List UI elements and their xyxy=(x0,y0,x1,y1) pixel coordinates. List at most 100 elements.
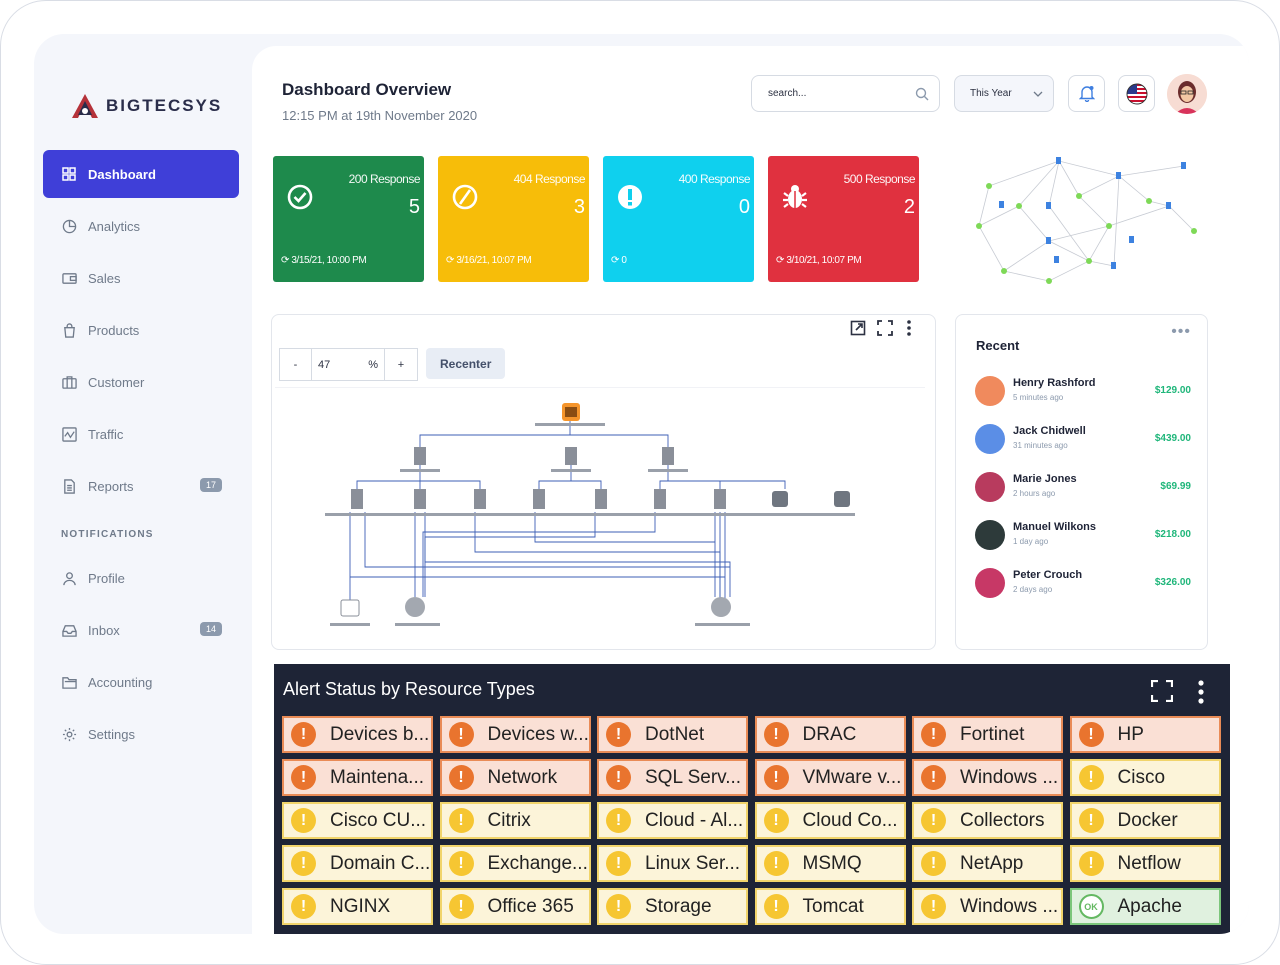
document-icon xyxy=(61,478,77,494)
alert-cell[interactable]: ! Maintena... xyxy=(282,759,433,796)
card-404-response[interactable]: 404 Response 3 ⟳ 3/16/21, 10:07 PM xyxy=(438,156,589,282)
sidebar-item-analytics[interactable]: Analytics xyxy=(43,202,239,250)
pie-chart-icon xyxy=(61,218,77,234)
alert-cell[interactable]: ! VMware v... xyxy=(754,759,906,796)
alert-cell-label: Cisco CU... xyxy=(330,809,427,831)
alert-cell[interactable]: ! Windows ... xyxy=(912,759,1063,796)
avatar xyxy=(975,376,1005,406)
alert-cell[interactable]: ! Storage xyxy=(597,888,748,925)
sidebar-item-label: Reports xyxy=(88,478,134,494)
zoom-value: 47 xyxy=(318,358,331,371)
alert-cell[interactable]: ! DRAC xyxy=(754,716,906,753)
recent-item-name: Manuel Wilkons xyxy=(1013,521,1097,533)
recent-item-time: 2 days ago xyxy=(1013,585,1053,594)
sidebar-item-label: Profile xyxy=(88,570,125,586)
alert-cell[interactable]: ! NetApp xyxy=(912,845,1063,882)
recent-item[interactable]: Henry Rashford 5 minutes ago $129.00 xyxy=(975,373,1193,413)
alert-cell-label: Tomcat xyxy=(802,895,864,917)
notifications-button[interactable] xyxy=(1068,75,1105,112)
alert-cell[interactable]: ! Netflow xyxy=(1069,845,1221,882)
alert-cell[interactable]: ! Cloud - Al... xyxy=(597,802,748,839)
zoom-unit: % xyxy=(368,358,378,371)
alert-cell[interactable]: ! Fortinet xyxy=(912,716,1063,753)
sidebar-item-products[interactable]: Products xyxy=(43,306,239,354)
fullscreen-icon[interactable] xyxy=(877,320,893,336)
grid-icon xyxy=(61,166,77,182)
card-value: 5 xyxy=(408,196,420,218)
alert-cell-label: Fortinet xyxy=(960,723,1025,745)
brand-logo[interactable]: BIGTECSYS xyxy=(70,92,222,120)
zoom-out-button[interactable]: - xyxy=(279,348,312,381)
recent-item[interactable]: Peter Crouch 2 days ago $326.00 xyxy=(975,565,1193,605)
language-button[interactable] xyxy=(1118,75,1155,112)
sidebar: BIGTECSYS Dashboard Analytics Sales Prod… xyxy=(34,34,252,934)
alert-cell[interactable]: ! NGINX xyxy=(282,888,433,925)
more-horizontal-icon[interactable]: ••• xyxy=(1171,323,1191,341)
network-map-thumbnail[interactable] xyxy=(959,146,1204,296)
alert-cell[interactable]: ! Cisco CU... xyxy=(282,802,433,839)
zoom-in-button[interactable]: + xyxy=(385,348,418,381)
alert-cell[interactable]: ! Office 365 xyxy=(439,888,591,925)
alert-cell[interactable]: ! Devices w... xyxy=(439,716,591,753)
card-label: 404 Response xyxy=(513,172,586,186)
card-400-response[interactable]: 400 Response 0 ⟳ 0 xyxy=(603,156,754,282)
card-500-response[interactable]: 500 Response 2 ⟳ 3/10/21, 10:07 PM xyxy=(768,156,919,282)
alert-cell[interactable]: ! Collectors xyxy=(912,802,1063,839)
alert-cell[interactable]: ! Linux Ser... xyxy=(597,845,748,882)
sidebar-item-settings[interactable]: Settings xyxy=(43,710,239,758)
alert-cell[interactable]: ! MSMQ xyxy=(754,845,906,882)
topology-diagram[interactable] xyxy=(275,387,930,649)
card-label: 500 Response xyxy=(843,172,916,186)
alert-cell[interactable]: ! SQL Serv... xyxy=(597,759,748,796)
period-select[interactable]: This Year xyxy=(954,75,1054,112)
fullscreen-icon[interactable] xyxy=(1151,680,1173,702)
recent-item[interactable]: Manuel Wilkons 1 day ago $218.00 xyxy=(975,517,1193,557)
critical-alert-icon: ! xyxy=(921,765,946,790)
alert-cell[interactable]: ! Docker xyxy=(1069,802,1221,839)
alert-cell-label: Docker xyxy=(1117,809,1178,831)
sidebar-item-accounting[interactable]: Accounting xyxy=(43,658,239,706)
critical-alert-icon: ! xyxy=(763,722,789,747)
search-input[interactable]: search... xyxy=(751,75,940,112)
alert-cell[interactable]: ! Citrix xyxy=(439,802,591,839)
alert-cell[interactable]: ! Tomcat xyxy=(754,888,906,925)
alert-cell-label: NGINX xyxy=(330,895,391,917)
sidebar-item-reports[interactable]: Reports 17 xyxy=(43,462,239,510)
alert-cell[interactable]: ! Windows ... xyxy=(912,888,1063,925)
card-footer: ⟳ 3/16/21, 10:07 PM xyxy=(446,255,532,266)
alert-status-title: Alert Status by Resource Types xyxy=(283,679,535,699)
alert-cell-label: Cisco xyxy=(1117,766,1166,788)
sidebar-item-traffic[interactable]: Traffic xyxy=(43,410,239,458)
alert-cell[interactable]: ! Network xyxy=(439,759,591,796)
recent-item[interactable]: Marie Jones 2 hours ago $69.99 xyxy=(975,469,1193,509)
external-link-icon[interactable] xyxy=(850,320,866,336)
alert-cell-label: Linux Ser... xyxy=(645,852,741,874)
recent-item[interactable]: Jack Chidwell 31 minutes ago $439.00 xyxy=(975,421,1193,461)
alert-cell[interactable]: OK Apache xyxy=(1069,888,1221,925)
warning-alert-icon: ! xyxy=(763,894,789,919)
alert-cell-label: HP xyxy=(1117,723,1144,745)
alert-cell[interactable]: ! Cisco xyxy=(1069,759,1221,796)
more-vertical-icon[interactable] xyxy=(1197,680,1205,704)
alert-cell[interactable]: ! HP xyxy=(1069,716,1221,753)
brand-logo-icon xyxy=(72,94,98,118)
alert-cell[interactable]: ! Cloud Co... xyxy=(754,802,906,839)
alert-cell-label: Maintena... xyxy=(330,766,424,788)
warning-alert-icon: ! xyxy=(921,808,946,833)
alert-cell[interactable]: ! DotNet xyxy=(597,716,748,753)
warning-alert-icon: ! xyxy=(1078,851,1104,876)
sidebar-item-inbox[interactable]: Inbox 14 xyxy=(43,606,239,654)
alert-cell[interactable]: ! Domain C... xyxy=(282,845,433,882)
sidebar-item-sales[interactable]: Sales xyxy=(43,254,239,302)
sidebar-item-dashboard[interactable]: Dashboard xyxy=(43,150,239,198)
alert-cell-label: Netflow xyxy=(1117,852,1181,874)
alert-cell[interactable]: ! Exchange... xyxy=(439,845,591,882)
sidebar-item-customer[interactable]: Customer xyxy=(43,358,239,406)
user-avatar[interactable] xyxy=(1167,74,1207,114)
zoom-level-input[interactable]: 47 % xyxy=(312,348,385,381)
more-vertical-icon[interactable] xyxy=(906,320,912,336)
card-200-response[interactable]: 200 Response 5 ⟳ 3/15/21, 10:00 PM xyxy=(273,156,424,282)
alert-cell[interactable]: ! Devices b... xyxy=(282,716,433,753)
recenter-button[interactable]: Recenter xyxy=(426,348,506,379)
sidebar-item-profile[interactable]: Profile xyxy=(43,554,239,602)
